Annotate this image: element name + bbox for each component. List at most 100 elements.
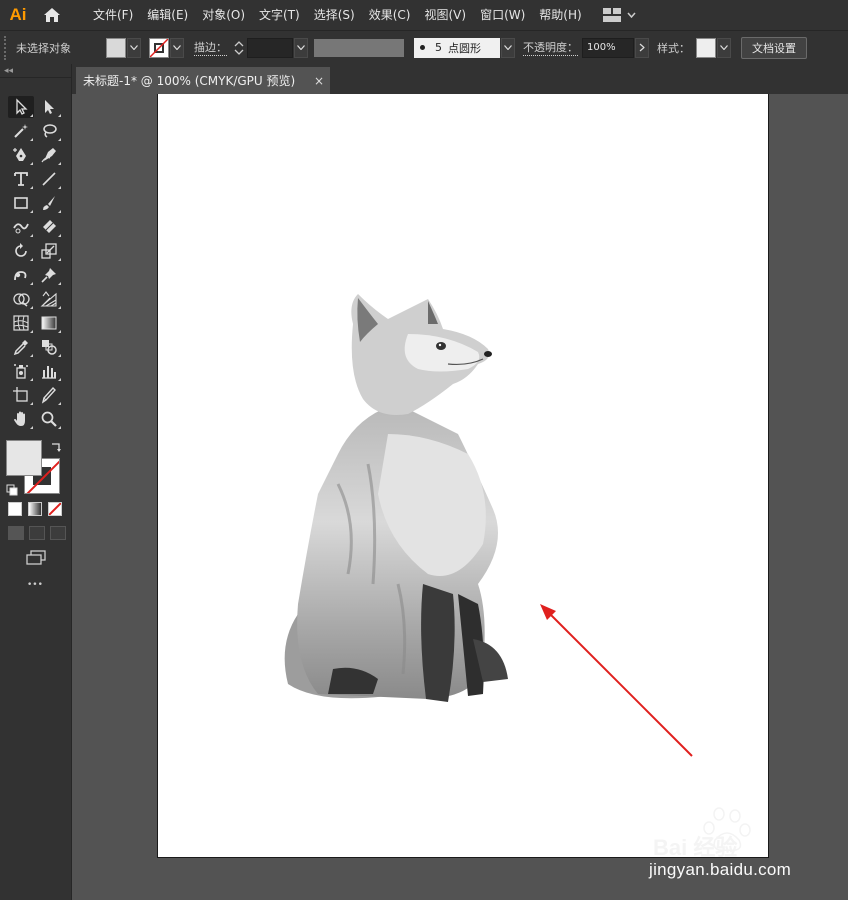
watermark-brand: Bai 经验 [653,835,738,860]
more-tools-button[interactable]: ••• [27,580,43,590]
fill-swatch[interactable] [106,37,126,58]
shape-builder-tool-icon[interactable] [8,288,34,310]
fill-dropdown[interactable] [127,37,141,58]
artboard-tool-icon[interactable] [8,384,34,406]
draw-behind-icon[interactable] [29,526,45,540]
screen-mode-icon[interactable] [25,550,47,566]
opacity-field[interactable]: 100% [582,37,634,58]
brush-dropdown[interactable] [501,37,515,58]
slice-tool-icon[interactable] [36,384,62,406]
stroke-weight-spinner[interactable] [233,38,245,58]
stroke-weight-field[interactable] [247,37,293,58]
column-graph-tool-icon[interactable] [36,360,62,382]
menu-select[interactable]: 选择(S) [307,0,362,30]
magic-wand-tool-icon[interactable] [8,120,34,142]
menu-view[interactable]: 视图(V) [417,0,473,30]
draw-mode-row [8,526,66,540]
menu-window[interactable]: 窗口(W) [473,0,532,30]
line-tool-icon[interactable] [36,168,62,190]
fill-color-box[interactable] [6,440,42,476]
document-tab[interactable]: 未标题-1* @ 100% (CMYK/GPU 预览) × [76,67,330,94]
chevron-down-icon [297,45,305,50]
curvature-tool-icon[interactable] [36,144,62,166]
mesh-tool-icon[interactable] [8,312,34,334]
default-colors-icon[interactable] [6,484,18,496]
document-setup-button[interactable]: 文档设置 [741,36,807,59]
swap-colors-icon[interactable] [50,442,62,454]
chevron-right-icon [639,43,645,52]
style-label: 样式： [657,41,690,55]
fill-stroke-well [6,440,66,500]
app-logo: Ai [9,5,27,24]
selection-tool-icon[interactable] [8,96,34,118]
brush-dot-icon [420,45,425,50]
puppet-warp-tool-icon[interactable] [36,264,62,286]
opacity-arrow[interactable] [635,37,649,58]
watermark-url: jingyan.baidu.com [649,860,792,879]
menu-edit[interactable]: 编辑(E) [140,0,195,30]
variable-width-profile[interactable] [314,38,404,57]
style-dropdown[interactable] [717,37,731,58]
toolbar-collapse[interactable]: ◂◂ [0,64,71,78]
stroke-weight-dropdown[interactable] [294,37,308,58]
stroke-dropdown[interactable] [170,37,184,58]
panel-grip[interactable] [4,35,10,60]
opacity-label[interactable]: 不透明度： [523,39,578,56]
menu-object[interactable]: 对象(O) [195,0,252,30]
artboard[interactable] [157,94,769,858]
chevron-down-icon [720,45,728,50]
workspace-grid-icon [602,8,621,22]
selection-status: 未选择对象 [16,41,71,55]
chevron-down-icon [173,45,181,50]
lasso-tool-icon[interactable] [36,120,62,142]
tool-grid [8,96,64,432]
menu-help[interactable]: 帮助(H) [532,0,588,30]
control-bar: 未选择对象 描边： 5 点圆形 不透明度： 100% 样式： 文档设置 [0,30,848,64]
color-mode-icon[interactable] [8,502,22,516]
menu-file[interactable]: 文件(F) [86,0,140,30]
brush-definition[interactable]: 5 点圆形 [414,37,500,58]
eyedropper-tool-icon[interactable] [8,336,34,358]
warp-tool-icon[interactable] [8,264,34,286]
close-icon[interactable]: × [314,74,324,88]
stroke-label[interactable]: 描边： [194,39,227,56]
menu-bar: Ai 文件(F) 编辑(E) 对象(O) 文字(T) 选择(S) 效果(C) 视… [0,0,848,30]
annotation-arrow [540,604,693,757]
hand-tool-icon[interactable] [8,408,34,430]
none-mode-icon[interactable] [48,502,62,516]
zoom-tool-icon[interactable] [36,408,62,430]
menu-effect[interactable]: 效果(C) [362,0,418,30]
paintbrush-tool-icon[interactable] [36,192,62,214]
color-mode-row [8,502,62,516]
workspace-switcher[interactable] [602,8,636,22]
main-menu: 文件(F) 编辑(E) 对象(O) 文字(T) 选择(S) 效果(C) 视图(V… [86,0,589,30]
chevron-down-icon [627,12,636,18]
brush-name: 点圆形 [448,41,481,55]
document-tab-title: 未标题-1* @ 100% (CMYK/GPU 预览) [83,74,296,88]
rectangle-tool-icon[interactable] [8,192,34,214]
brush-size: 5 [435,41,442,54]
draw-normal-icon[interactable] [8,526,24,540]
gradient-mode-icon[interactable] [28,502,42,516]
symbol-sprayer-tool-icon[interactable] [8,360,34,382]
pen-tool-icon[interactable] [8,144,34,166]
chevron-down-icon [130,45,138,50]
draw-inside-icon[interactable] [50,526,66,540]
type-tool-icon[interactable] [8,168,34,190]
scale-tool-icon[interactable] [36,240,62,262]
stroke-swatch[interactable] [149,37,169,58]
direct-selection-tool-icon[interactable] [36,96,62,118]
rotate-tool-icon[interactable] [8,240,34,262]
eraser-tool-icon[interactable] [36,216,62,238]
chevron-down-icon [504,45,512,50]
document-tab-bar: 未标题-1* @ 100% (CMYK/GPU 预览) × [72,64,848,94]
canvas-area[interactable] [73,94,848,900]
gradient-tool-icon[interactable] [36,312,62,334]
menu-type[interactable]: 文字(T) [252,0,307,30]
graphic-style-swatch[interactable] [696,37,716,58]
perspective-grid-tool-icon[interactable] [36,288,62,310]
tools-panel: ◂◂ ••• [0,64,72,900]
blend-tool-icon[interactable] [36,336,62,358]
shaper-tool-icon[interactable] [8,216,34,238]
home-icon[interactable] [36,0,68,30]
